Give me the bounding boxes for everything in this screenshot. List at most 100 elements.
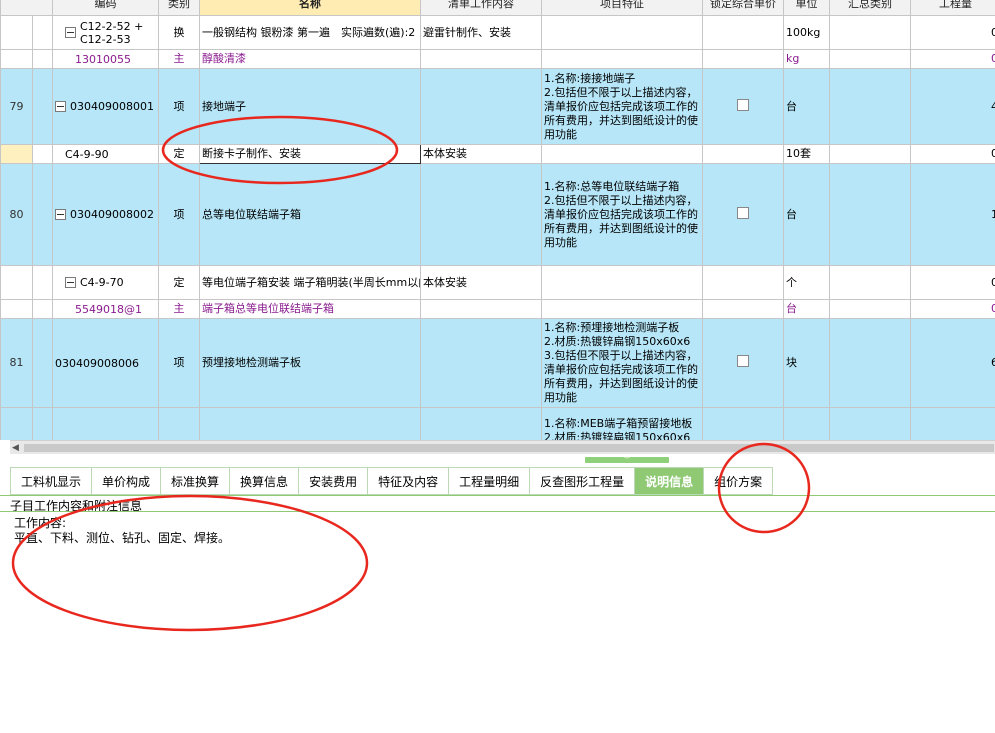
lock-price-cell[interactable] (702, 68, 784, 145)
name-cell[interactable]: 断接卡子制作、安装 (199, 144, 421, 164)
tab-item[interactable]: 特征及内容 (367, 467, 449, 495)
quantity-cell[interactable]: 0 (910, 265, 995, 300)
work-content-cell[interactable] (420, 68, 542, 145)
table-row[interactable]: C4-9-70 定等电位端子箱安装 端子箱明装(半周长mm以内) 300本体安装 个… (0, 265, 995, 300)
tree-indent[interactable] (32, 68, 53, 145)
row-number[interactable] (0, 407, 33, 440)
summary-cell[interactable] (829, 265, 911, 300)
tab-item[interactable]: 组价方案 (703, 467, 774, 495)
tab-item[interactable]: 标准换算 (160, 467, 230, 495)
tree-indent[interactable] (32, 407, 53, 440)
feature-cell[interactable] (541, 15, 703, 50)
column-header[interactable]: 汇总类别 (829, 0, 911, 16)
tab-item[interactable]: 工料机显示 (10, 467, 92, 495)
lock-price-cell[interactable] (702, 407, 784, 440)
table-row[interactable]: C4-9-90 定断接卡子制作、安装本体安装 10套 0 (0, 144, 995, 164)
name-cell[interactable]: 接地端子 (199, 68, 421, 145)
table-row[interactable]: 81 030409008006 项预埋接地检测端子板 1.名称:预埋接地检测端子板 2… (0, 318, 995, 408)
tree-indent[interactable] (32, 318, 53, 408)
code-cell[interactable]: C12-2-52 + C12-2-53 (52, 15, 159, 50)
scroll-left-icon[interactable]: ◀ (12, 443, 19, 453)
panel-splitter[interactable]: ︾ (0, 454, 995, 466)
work-content-cell[interactable] (420, 49, 542, 69)
row-number[interactable] (0, 15, 33, 50)
work-content-cell[interactable]: 本体安装 (420, 144, 542, 164)
lock-price-cell[interactable] (702, 265, 784, 300)
table-row[interactable]: C12-2-52 + C12-2-53 换一般钢结构 银粉漆 第一遍 实际遍数(遍… (0, 15, 995, 50)
column-header[interactable]: 项目特征 (541, 0, 703, 16)
category-cell[interactable]: 项 (158, 318, 200, 408)
work-content-cell[interactable] (420, 299, 542, 319)
summary-cell[interactable] (829, 144, 911, 164)
row-number[interactable] (0, 49, 33, 69)
feature-cell[interactable] (541, 49, 703, 69)
lock-price-cell[interactable] (702, 318, 784, 408)
name-cell[interactable]: 一般钢结构 银粉漆 第一遍 实际遍数(遍):2 (199, 15, 421, 50)
summary-cell[interactable] (829, 318, 911, 408)
lock-price-checkbox[interactable] (737, 98, 749, 111)
code-cell[interactable]: 030409008002 (52, 163, 159, 266)
tab-item[interactable]: 安装费用 (298, 467, 368, 495)
category-cell[interactable]: 换 (158, 15, 200, 50)
feature-cell[interactable]: 1.名称:接接地端子 2.包括但不限于以上描述内容，清单报价应包括完成该项工作的… (541, 68, 703, 145)
category-cell[interactable] (158, 407, 200, 440)
column-header[interactable]: 名称 (199, 0, 421, 16)
tab-item[interactable]: 工程量明细 (448, 467, 530, 495)
row-number[interactable] (0, 265, 33, 300)
feature-cell[interactable]: 1.名称:总等电位联结端子箱 2.包括但不限于以上描述内容，清单报价应包括完成该… (541, 163, 703, 266)
summary-cell[interactable] (829, 49, 911, 69)
work-content-panel[interactable]: 工作内容: 平直、下料、测位、钻孔、固定、焊接。 (14, 516, 230, 546)
lock-price-cell[interactable] (702, 163, 784, 266)
quantity-cell[interactable]: 6 (910, 318, 995, 408)
work-content-cell[interactable] (420, 163, 542, 266)
summary-cell[interactable] (829, 163, 911, 266)
category-cell[interactable]: 主 (158, 299, 200, 319)
code-cell[interactable]: C4-9-90 (52, 144, 159, 164)
unit-cell[interactable]: 10套 (783, 144, 830, 164)
lock-price-cell[interactable] (702, 49, 784, 69)
tree-indent[interactable] (32, 163, 53, 266)
row-number[interactable]: 79 (0, 68, 33, 145)
lock-price-cell[interactable] (702, 15, 784, 50)
collapse-icon[interactable] (65, 277, 76, 288)
code-cell[interactable]: 13010055 (52, 49, 159, 69)
quantity-cell[interactable]: 1 (910, 163, 995, 266)
unit-cell[interactable]: 个 (783, 265, 830, 300)
category-cell[interactable]: 项 (158, 163, 200, 266)
quantity-cell[interactable]: 0 (910, 49, 995, 69)
column-header[interactable]: 工程量 (910, 0, 995, 16)
work-content-cell[interactable]: 避雷针制作、安装 (420, 15, 542, 50)
category-cell[interactable]: 项 (158, 68, 200, 145)
table-row[interactable]: 80 030409008002 项总等电位联结端子箱 1.名称:总等电位联结端子箱 2… (0, 163, 995, 266)
table-row[interactable]: 1.名称:MEB端子箱预留接地板 2.材质:热镀锌扁钢150x60x6 3.包括… (0, 407, 995, 440)
name-cell[interactable]: 醇酸清漆 (199, 49, 421, 69)
unit-cell[interactable]: 100kg (783, 15, 830, 50)
unit-cell[interactable]: 台 (783, 163, 830, 266)
name-cell[interactable]: 总等电位联结端子箱 (199, 163, 421, 266)
row-number[interactable] (0, 144, 33, 164)
column-header[interactable]: 清单工作内容 (420, 0, 542, 16)
table-row[interactable]: 13010055 主醇酸清漆 kg 0 (0, 49, 995, 69)
summary-cell[interactable] (829, 68, 911, 145)
name-cell[interactable]: 等电位端子箱安装 端子箱明装(半周长mm以内) 300 (199, 265, 421, 300)
quantity-cell[interactable]: 0 (910, 299, 995, 319)
feature-cell[interactable]: 1.名称:预埋接地检测端子板 2.材质:热镀锌扁钢150x60x6 3.包括但不… (541, 318, 703, 408)
name-cell[interactable]: 端子箱总等电位联结端子箱 (199, 299, 421, 319)
row-number[interactable]: 80 (0, 163, 33, 266)
feature-cell[interactable] (541, 265, 703, 300)
tree-indent[interactable] (32, 265, 53, 300)
column-header[interactable]: 单位 (783, 0, 830, 16)
code-cell[interactable]: C4-9-70 (52, 265, 159, 300)
work-content-cell[interactable]: 本体安装 (420, 265, 542, 300)
tab-item[interactable]: 换算信息 (229, 467, 299, 495)
tree-indent[interactable] (32, 144, 53, 164)
collapse-icon[interactable] (55, 101, 66, 112)
code-cell[interactable]: 5549018@1 (52, 299, 159, 319)
lock-price-cell[interactable] (702, 299, 784, 319)
unit-cell[interactable]: 台 (783, 299, 830, 319)
feature-cell[interactable] (541, 144, 703, 164)
lock-price-checkbox[interactable] (737, 206, 749, 219)
feature-cell[interactable]: 1.名称:MEB端子箱预留接地板 2.材质:热镀锌扁钢150x60x6 3.包括… (541, 407, 703, 440)
unit-cell[interactable] (783, 407, 830, 440)
quantity-cell[interactable]: 4 (910, 68, 995, 145)
